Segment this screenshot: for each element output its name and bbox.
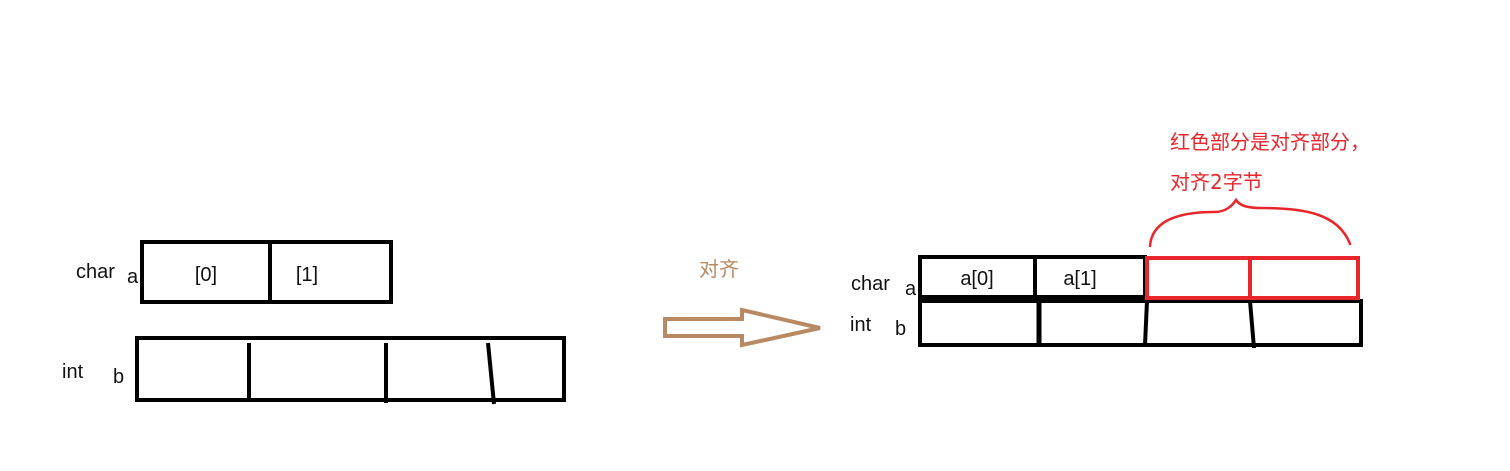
before-char-cell-0: [0] bbox=[195, 264, 217, 286]
diagram-canvas: char a [0] [1] int b 对齐 char a int b a[0… bbox=[0, 0, 1510, 471]
before-int-type-label: int bbox=[62, 361, 84, 383]
after-char-cell-0: a[0] bbox=[960, 268, 993, 290]
before-char-array-box bbox=[140, 240, 393, 304]
after-int-byte-divider bbox=[1248, 300, 1256, 349]
before-int-byte-divider bbox=[486, 342, 496, 405]
before-panel: char a [0] [1] int b bbox=[62, 240, 566, 405]
before-char-var-label: a bbox=[127, 266, 139, 288]
before-char-cell-1: [1] bbox=[296, 264, 318, 286]
after-char-var-label: a bbox=[905, 278, 917, 300]
after-char-type-label: char bbox=[851, 273, 890, 295]
alignment-diagram: char a [0] [1] int b 对齐 char a int b a[0… bbox=[62, 130, 1370, 405]
after-int-box bbox=[918, 299, 1363, 347]
after-int-byte-divider bbox=[1143, 300, 1149, 346]
align-arrow-group: 对齐 bbox=[663, 257, 821, 348]
after-char-array-box bbox=[918, 255, 1147, 299]
curly-brace-icon bbox=[1148, 197, 1352, 248]
annotation-line-2: 对齐2字节 bbox=[1170, 170, 1263, 194]
annotation-line-1: 红色部分是对齐部分， bbox=[1170, 130, 1370, 154]
before-int-box bbox=[135, 336, 566, 402]
after-int-type-label: int bbox=[850, 314, 872, 336]
after-panel: char a int b a[0] a[1] 红色部分是对齐部分， 对齐2字节 bbox=[850, 130, 1370, 349]
hollow-right-arrow-icon bbox=[663, 307, 821, 348]
arrow-label: 对齐 bbox=[699, 257, 739, 281]
before-int-var-label: b bbox=[113, 366, 124, 388]
after-char-cell-1: a[1] bbox=[1063, 268, 1096, 290]
before-char-type-label: char bbox=[76, 261, 115, 283]
after-int-var-label: b bbox=[895, 318, 906, 340]
padding-box bbox=[1145, 256, 1360, 300]
padding-region bbox=[1145, 256, 1360, 300]
